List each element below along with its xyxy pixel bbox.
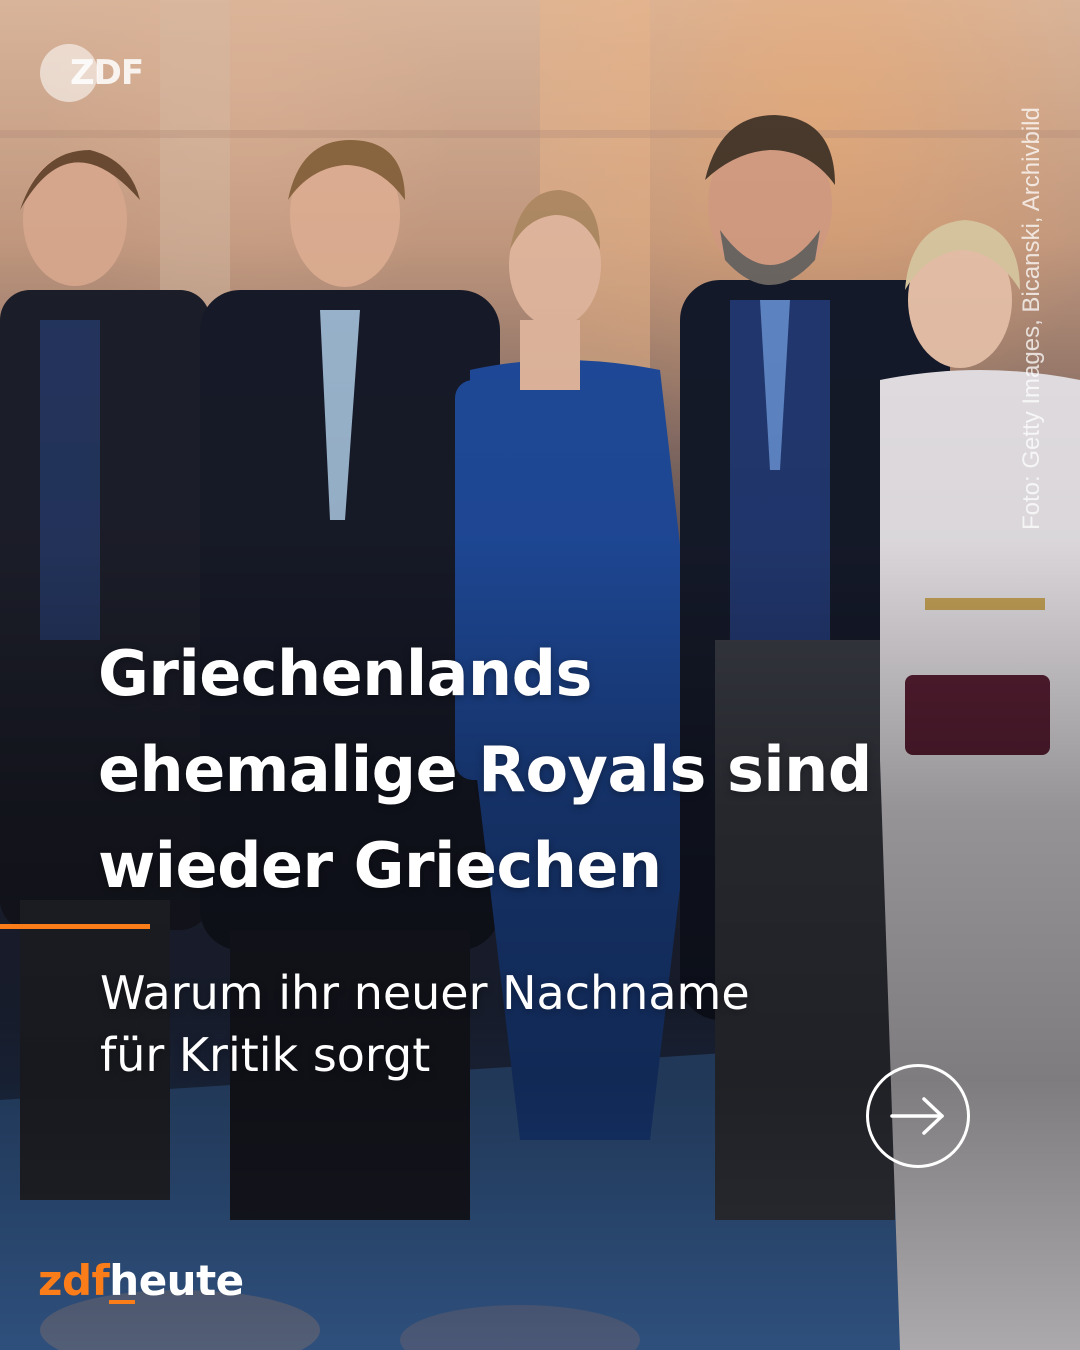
zdf-logo-text: ZDF [70, 53, 144, 93]
accent-divider [0, 924, 150, 929]
headline: Griechenlands ehemalige Royals sind wied… [98, 626, 978, 914]
subheadline-line-2: für Kritik sorgt [100, 1028, 431, 1082]
photo-credit: Foto: Getty Images, Bicanski, Archivbild [1018, 107, 1045, 530]
zdfheute-logo: zdf heute [38, 1256, 244, 1316]
post-card: ZDF Foto: Getty Images, Bicanski, Archiv… [0, 0, 1080, 1350]
headline-line-1: Griechenlands [98, 637, 592, 710]
arrow-right-icon [890, 1097, 944, 1135]
subheadline-line-1: Warum ihr neuer Nachname [100, 966, 750, 1020]
next-slide-button[interactable] [866, 1064, 970, 1168]
subheadline: Warum ihr neuer Nachname für Kritik sorg… [100, 962, 920, 1086]
headline-line-3: wieder Griechen [98, 829, 662, 902]
headline-line-2: ehemalige Royals sind [98, 733, 872, 806]
brand-heute: heute [109, 1256, 244, 1305]
brand-zdf: zdf [38, 1256, 110, 1305]
zdf-watermark-logo: ZDF [40, 44, 160, 102]
